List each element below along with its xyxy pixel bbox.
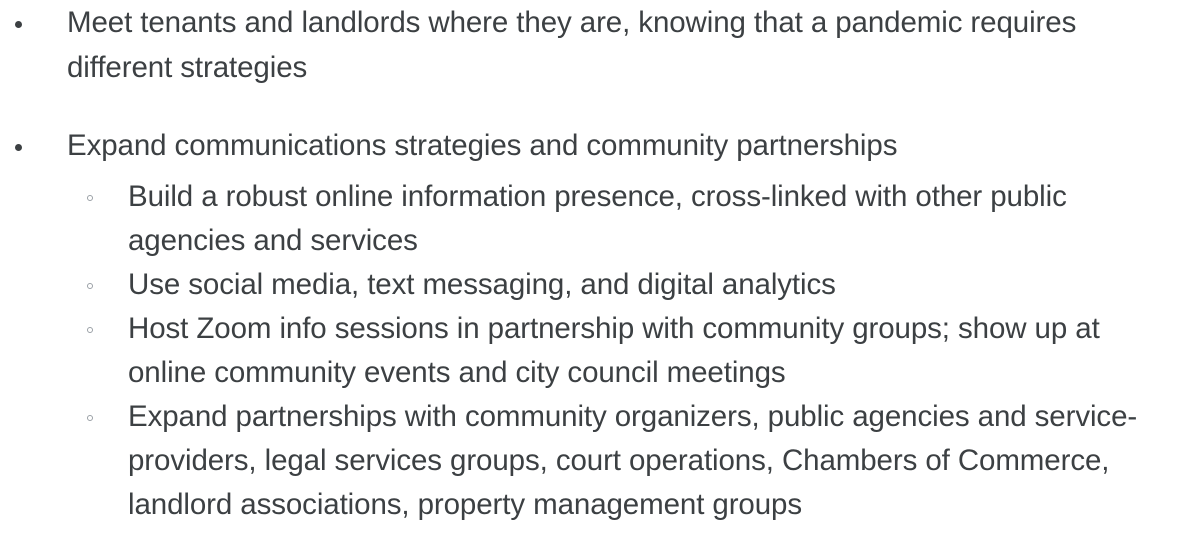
- bullet-item-level1: Expand communications strategies and com…: [0, 123, 1200, 527]
- sub-bullet-text: Build a robust online information presen…: [128, 180, 1067, 257]
- bullet-item-level1: Meet tenants and landlords where they ar…: [0, 0, 1200, 90]
- hollow-circle-bullet-icon: [87, 327, 93, 333]
- bullet-item-level2: Build a robust online information presen…: [67, 175, 1200, 263]
- sub-bullet-text: Use social media, text messaging, and di…: [128, 268, 836, 301]
- bullet-outline: Meet tenants and landlords where they ar…: [0, 0, 1200, 527]
- hollow-circle-bullet-icon: [87, 283, 93, 289]
- sub-bullet-list: Build a robust online information presen…: [67, 175, 1200, 527]
- bullet-text: Meet tenants and landlords where they ar…: [67, 6, 1077, 84]
- sub-bullet-text: Host Zoom info sessions in partnership w…: [128, 312, 1100, 389]
- bullet-item-level2: Expand partnerships with community organ…: [67, 395, 1200, 527]
- bullet-text: Expand communications strategies and com…: [67, 129, 898, 162]
- filled-dot-bullet-icon: [15, 21, 22, 28]
- hollow-circle-bullet-icon: [87, 195, 93, 201]
- slide-canvas: Meet tenants and landlords where they ar…: [0, 0, 1200, 546]
- hollow-circle-bullet-icon: [87, 415, 93, 421]
- sub-bullet-text: Expand partnerships with community organ…: [128, 400, 1138, 521]
- bullet-item-level2: Use social media, text messaging, and di…: [67, 263, 1200, 307]
- filled-dot-bullet-icon: [15, 144, 22, 151]
- bullet-item-level2: Host Zoom info sessions in partnership w…: [67, 307, 1200, 395]
